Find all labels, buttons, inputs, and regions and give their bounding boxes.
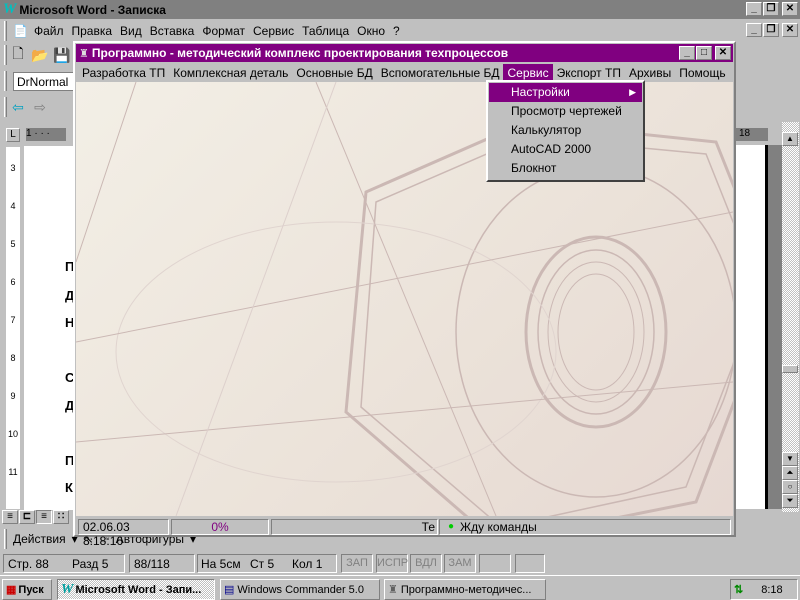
status-line: Ст 5 <box>250 557 275 571</box>
menu-item-drawings[interactable]: Просмотр чертежей <box>489 102 642 121</box>
scroll-thumb[interactable] <box>782 365 798 373</box>
vertical-ruler: 3 4 5 6 7 8 9 10 11 <box>6 147 20 509</box>
web-toolbar: ⇦ ⇨ <box>4 96 51 118</box>
windows-logo-icon: ▦ <box>6 584 17 596</box>
restore-button[interactable]: ❐ <box>763 2 779 16</box>
formatting-toolbar: DrNormal <box>4 70 83 92</box>
select-browse-button[interactable]: ○ <box>782 480 798 494</box>
menu-insert[interactable]: Вставка <box>150 24 195 38</box>
ext-indicator[interactable]: ВДЛ <box>410 554 442 573</box>
menu-tools[interactable]: Сервис <box>253 24 294 38</box>
status-message: Жду команды <box>460 520 537 534</box>
close-button[interactable]: ✕ <box>782 2 798 16</box>
save-icon[interactable]: 💾 <box>51 44 73 66</box>
floppy-icon: ▤ <box>224 584 235 596</box>
status-at: На 5см <box>201 557 241 571</box>
forward-icon[interactable]: ⇨ <box>29 96 51 118</box>
menu-format[interactable]: Формат <box>202 24 245 38</box>
app-menu-main-db[interactable]: Основные БД <box>292 64 376 82</box>
status-truncated: Те <box>271 519 438 535</box>
task-commander[interactable]: ▤ Windows Commander 5.0 <box>220 579 380 600</box>
menu-grip[interactable] <box>4 20 7 41</box>
doc-close-button[interactable]: ✕ <box>782 23 798 37</box>
rec-indicator[interactable]: ЗАП <box>341 554 373 573</box>
word-menu-bar: 📄 Файл Правка Вид Вставка Формат Сервис … <box>0 20 800 41</box>
next-page-button[interactable]: ⏷ <box>782 494 798 508</box>
view-buttons: ≡ ⊏ ≡ ∷ <box>2 510 69 524</box>
app-icon: ♜ <box>388 584 398 596</box>
app-menu-aux-db[interactable]: Вспомогательные БД <box>377 64 504 82</box>
scroll-up-button[interactable]: ▲ <box>782 132 798 146</box>
web-view-button[interactable]: ⊏ <box>19 510 35 524</box>
tab-stop-button[interactable]: L <box>6 128 20 142</box>
system-tray: ⇅ 8:18 <box>730 579 798 600</box>
start-button[interactable]: ▦ Пуск <box>2 579 52 600</box>
document-page[interactable]: П Д Н С Д П К <box>24 146 76 510</box>
status-ready-icon: ● <box>448 521 455 532</box>
status-progress: 0% <box>171 519 269 535</box>
prev-page-button[interactable]: ⏶ <box>782 466 798 480</box>
trk-indicator[interactable]: ИСПР <box>376 554 408 573</box>
app-close-button[interactable]: ✕ <box>715 46 731 60</box>
taskbar: ▦ Пуск W Microsoft Word - Запи... ▤ Windows… <box>0 575 800 600</box>
app-menu-help[interactable]: Помощь <box>675 64 729 82</box>
vertical-scrollbar[interactable]: ▲ ▼ ⏶ ○ ⏷ <box>782 122 799 512</box>
app-status-bar: 02.06.03 8:18:16 0% Те ● Жду команды <box>76 517 733 548</box>
app-menu-archives[interactable]: Архивы <box>625 64 675 82</box>
back-icon[interactable]: ⇦ <box>7 96 29 118</box>
menu-view[interactable]: Вид <box>120 24 142 38</box>
app-menu-service[interactable]: Сервис <box>503 63 553 82</box>
submenu-arrow-icon: ▶ <box>629 87 636 97</box>
clock[interactable]: 8:18 <box>761 584 782 596</box>
menu-help[interactable]: ? <box>393 24 400 38</box>
ruler-label: 18 <box>736 128 768 141</box>
task-word[interactable]: W Microsoft Word - Запи... <box>57 579 215 600</box>
word-icon: W <box>61 581 74 597</box>
open-icon[interactable]: 📂 <box>29 44 51 66</box>
scroll-down-button[interactable]: ▼ <box>782 452 798 466</box>
doc-restore-button[interactable]: ❐ <box>763 23 779 37</box>
word-title: Microsoft Word - Записка <box>19 2 166 17</box>
print-view-button[interactable]: ≡ <box>36 510 52 524</box>
keyboard-layout-icon[interactable]: ⇅ <box>734 583 743 596</box>
menu-edit[interactable]: Правка <box>71 24 112 38</box>
app-menu-complex-part[interactable]: Комплексная деталь <box>169 64 292 82</box>
app-title-bar: ♜ Программно - методический комплекс про… <box>76 44 733 62</box>
menu-table[interactable]: Таблица <box>302 24 349 38</box>
status-datetime: 02.06.03 8:18:16 <box>78 519 169 548</box>
menu-item-notepad[interactable]: Блокнот <box>489 159 642 178</box>
status-section: Разд 5 <box>72 557 109 571</box>
app-minimize-button[interactable]: _ <box>679 46 695 60</box>
menu-file[interactable]: Файл <box>34 24 64 38</box>
service-dropdown: Настройки ▶ Просмотр чертежей Калькулятор… <box>486 80 645 182</box>
new-icon[interactable]: 🗋 <box>7 44 29 66</box>
menu-item-settings[interactable]: Настройки ▶ <box>489 83 642 102</box>
word-status-bar: Стр. 88 Разд 5 88/118 На 5см Ст 5 Кол 1 … <box>0 552 800 574</box>
menu-window[interactable]: Окно <box>357 24 385 38</box>
app-logo-icon: ♜ <box>79 47 89 60</box>
status-message-panel: ● Жду команды <box>439 519 731 535</box>
menu-item-calculator[interactable]: Калькулятор <box>489 121 642 140</box>
status-page: Стр. 88 <box>8 557 49 571</box>
doc-icon: 📄 <box>13 23 28 38</box>
app-maximize-button[interactable]: □ <box>696 46 712 60</box>
word-logo-icon: W <box>3 1 17 17</box>
status-col: Кол 1 <box>292 557 323 571</box>
menu-item-autocad[interactable]: AutoCAD 2000 <box>489 140 642 159</box>
app-menu-export[interactable]: Экспорт ТП <box>553 64 625 82</box>
minimize-button[interactable]: _ <box>746 2 762 16</box>
task-app[interactable]: ♜ Программно-методичес... <box>384 579 546 600</box>
app-menu-design[interactable]: Разработка ТП <box>78 64 169 82</box>
outline-view-button[interactable]: ∷ <box>53 510 69 524</box>
standard-toolbar: 🗋 📂 💾 <box>4 44 73 66</box>
normal-view-button[interactable]: ≡ <box>2 510 18 524</box>
actions-menu[interactable]: Действия <box>13 532 66 546</box>
doc-minimize-button[interactable]: _ <box>746 23 762 37</box>
ovr-indicator[interactable]: ЗАМ <box>444 554 476 573</box>
word-title-bar: W Microsoft Word - Записка _ ❐ ✕ <box>0 0 800 19</box>
app-title: Программно - методический комплекс проек… <box>91 46 509 60</box>
